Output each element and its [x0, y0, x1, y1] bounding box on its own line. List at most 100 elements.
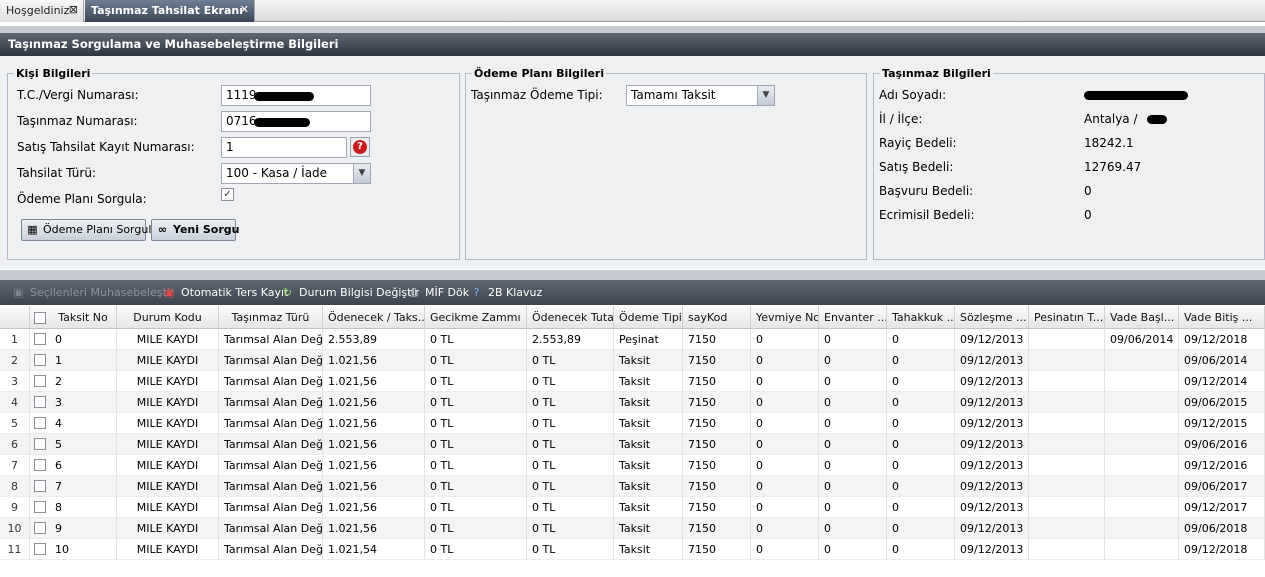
- column-header[interactable]: Taşınmaz Türü: [219, 306, 323, 329]
- table-cell: 09/12/2013: [955, 518, 1029, 539]
- odeme-tipi-select[interactable]: Tamamı Taksit ▼: [626, 85, 775, 106]
- table-row[interactable]: 7 6 MILE KAYDI Tarımsal Alan Değil 1.021,56 0…: [0, 455, 1265, 476]
- table-cell: 6: [50, 455, 117, 476]
- column-header[interactable]: Vade Bitiş ...: [1179, 306, 1265, 329]
- button-label: Otomatik Ters Kayıt: [181, 286, 289, 299]
- table-cell: 1.021,56: [323, 392, 425, 413]
- table-cell: 09/12/2013: [955, 539, 1029, 560]
- mif-dok-button[interactable]: ⎙ MİF Dök: [407, 280, 469, 305]
- row-checkbox[interactable]: [34, 417, 46, 429]
- table-cell: 0: [751, 539, 819, 560]
- close-icon[interactable]: ⊠: [69, 0, 78, 20]
- table-cell: 0: [819, 329, 887, 350]
- table-row[interactable]: 10 9 MILE KAYDI Tarımsal Alan Değil 1.021,56…: [0, 518, 1265, 539]
- table-cell: 0: [819, 350, 887, 371]
- table-row[interactable]: 1 0 MILE KAYDI Tarımsal Alan Değil 2.553,89 0…: [0, 329, 1265, 350]
- table-row[interactable]: 9 8 MILE KAYDI Tarımsal Alan Değil 1.021,56 0…: [0, 497, 1265, 518]
- tahsilat-turu-select[interactable]: 100 - Kasa / İade ▼: [221, 163, 371, 184]
- table-cell: 09/06/2017: [1179, 476, 1265, 497]
- tab-bar: Hoşgeldiniz ⊠ Taşınmaz Tahsilat Ekranı ✕: [0, 0, 1265, 22]
- column-header[interactable]: Ödenecek / Taks...: [323, 306, 425, 329]
- column-header[interactable]: Sözleşme ...: [955, 306, 1029, 329]
- select-all-checkbox[interactable]: [34, 312, 46, 324]
- table-cell: [1029, 518, 1105, 539]
- table-row[interactable]: 4 3 MILE KAYDI Tarımsal Alan Değil 1.021,56 0…: [0, 392, 1265, 413]
- tasinmaz-no-value: 0716: [226, 114, 257, 128]
- muhasebelestir-button[interactable]: ▣ Seçilenleri Muhasebeleştir: [12, 280, 174, 305]
- tahsilat-turu-label: Tahsilat Türü:: [17, 166, 96, 180]
- column-header[interactable]: Yevmiye No: [751, 306, 819, 329]
- row-checkbox[interactable]: [34, 543, 46, 555]
- table-cell: 7150: [683, 350, 751, 371]
- row-checkbox[interactable]: [34, 480, 46, 492]
- table-row[interactable]: 2 1 MILE KAYDI Tarımsal Alan Değil 1.021,56 0…: [0, 350, 1265, 371]
- row-checkbox[interactable]: [34, 438, 46, 450]
- klavuz-button[interactable]: ? 2B Klavuz: [470, 280, 543, 305]
- row-checkbox[interactable]: [34, 459, 46, 471]
- ters-kayit-button[interactable]: ▣ Otomatik Ters Kayıt: [163, 280, 288, 305]
- row-checkbox[interactable]: [34, 333, 46, 345]
- question-icon: ?: [353, 140, 367, 154]
- table-cell: 0: [751, 434, 819, 455]
- close-icon[interactable]: ✕: [240, 0, 249, 20]
- table-row[interactable]: 8 7 MILE KAYDI Tarımsal Alan Değil 1.021,56 0…: [0, 476, 1265, 497]
- table-cell: [1105, 476, 1179, 497]
- row-checkbox[interactable]: [34, 396, 46, 408]
- column-header[interactable]: Vade Başl...: [1105, 306, 1179, 329]
- table-cell: 0 TL: [527, 371, 614, 392]
- tab-tasinmaz-tahsilat[interactable]: Taşınmaz Tahsilat Ekranı ✕: [85, 0, 255, 22]
- refresh-icon: ↻: [282, 286, 293, 299]
- table-row[interactable]: 5 4 MILE KAYDI Tarımsal Alan Değil 1.021,56 0…: [0, 413, 1265, 434]
- chevron-down-icon[interactable]: ▼: [353, 164, 370, 183]
- column-header[interactable]: Durum Kodu: [117, 306, 219, 329]
- panel-legend: Taşınmaz Bilgileri: [882, 67, 991, 80]
- table-cell: 0 TL: [527, 539, 614, 560]
- table-cell: 8: [50, 497, 117, 518]
- help-button[interactable]: ?: [350, 137, 370, 157]
- row-checkbox[interactable]: [34, 354, 46, 366]
- column-header[interactable]: Envanter ...: [819, 306, 887, 329]
- redaction-mark: [254, 118, 310, 127]
- column-header[interactable]: Ödeme Tipi: [614, 306, 683, 329]
- table-cell: [1105, 539, 1179, 560]
- help-icon: ?: [473, 286, 480, 299]
- column-header[interactable]: Pesinatın T...: [1029, 306, 1105, 329]
- column-header[interactable]: Tahakkuk ...: [887, 306, 955, 329]
- durum-degistir-button[interactable]: ↻ Durum Bilgisi Değiştir: [281, 280, 419, 305]
- table-cell: 0 TL: [527, 518, 614, 539]
- table-cell: Tarımsal Alan Değil: [219, 350, 323, 371]
- row-checkbox[interactable]: [34, 501, 46, 513]
- column-header[interactable]: Gecikme Zammı: [425, 306, 527, 329]
- table-cell: 0: [887, 413, 955, 434]
- yeni-sorgu-button[interactable]: ∞ Yeni Sorgu: [151, 219, 239, 241]
- odeme-sorgula-checkbox[interactable]: ✓: [221, 188, 234, 201]
- table-cell: 09/12/2013: [955, 371, 1029, 392]
- table-cell: MILE KAYDI: [117, 350, 219, 371]
- odeme-plani-sorgula-button[interactable]: ▦ Ödeme Planı Sorgula: [21, 219, 158, 241]
- chevron-down-icon[interactable]: ▼: [757, 86, 774, 105]
- column-header[interactable]: Ödenecek Tutar: [527, 306, 614, 329]
- table-cell: 0: [751, 329, 819, 350]
- separator-band: [0, 270, 1265, 280]
- table-row[interactable]: 11 10 MILE KAYDI Tarımsal Alan Değil 1.021,5…: [0, 539, 1265, 560]
- row-checkbox[interactable]: [34, 375, 46, 387]
- table-row[interactable]: 3 2 MILE KAYDI Tarımsal Alan Değil 1.021,56 0…: [0, 371, 1265, 392]
- table-row[interactable]: 6 5 MILE KAYDI Tarımsal Alan Değil 1.021,56 0…: [0, 434, 1265, 455]
- row-checkbox[interactable]: [34, 522, 46, 534]
- table-cell: 10: [50, 539, 117, 560]
- column-header[interactable]: Taksit No: [50, 306, 117, 329]
- table-cell: Tarımsal Alan Değil: [219, 371, 323, 392]
- table-cell: Tarımsal Alan Değil: [219, 539, 323, 560]
- table-cell: Taksit: [614, 434, 683, 455]
- kayit-no-input[interactable]: 1: [221, 137, 347, 158]
- redaction-mark: [1147, 115, 1167, 124]
- table-cell: 0: [819, 518, 887, 539]
- table-cell: 0: [819, 413, 887, 434]
- column-header[interactable]: sayKod: [683, 306, 751, 329]
- table-cell: Tarımsal Alan Değil: [219, 413, 323, 434]
- table-cell: 09/12/2018: [1179, 539, 1265, 560]
- table-cell: 0 TL: [527, 497, 614, 518]
- table-cell: 7150: [683, 371, 751, 392]
- tab-hosgeldiniz[interactable]: Hoşgeldiniz ⊠: [0, 0, 84, 22]
- table-cell: [1105, 371, 1179, 392]
